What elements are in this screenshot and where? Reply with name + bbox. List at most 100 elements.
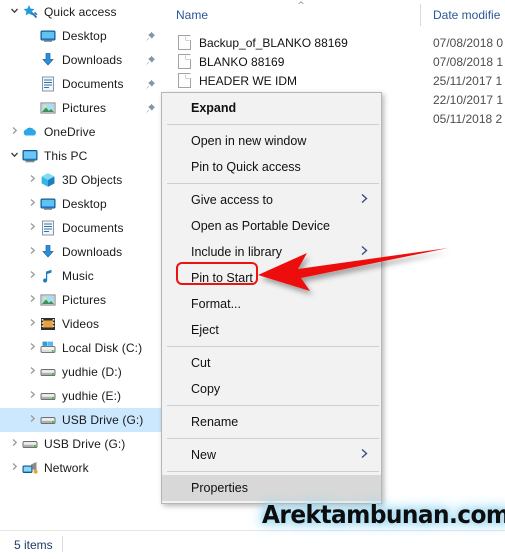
chevron-right-icon[interactable] — [24, 270, 40, 282]
chevron-right-icon[interactable] — [24, 366, 40, 378]
nav-item-local-disk-c[interactable]: Local Disk (C:) — [0, 336, 170, 360]
downloads-icon — [40, 244, 56, 260]
file-date-modified: 25/11/2017 1 — [433, 73, 503, 88]
chevron-down-icon[interactable] — [6, 6, 22, 18]
menu-item-pin-to-quick-access[interactable]: Pin to Quick access — [162, 154, 381, 180]
nav-item-onedrive[interactable]: OneDrive — [0, 120, 170, 144]
column-divider[interactable] — [420, 4, 421, 26]
menu-item-open-in-new-window[interactable]: Open in new window — [162, 128, 381, 154]
menu-item-include-in-library[interactable]: Include in library — [162, 239, 381, 265]
file-icon — [178, 54, 191, 69]
menu-item-label: Cut — [191, 356, 211, 370]
nav-item-pictures[interactable]: Pictures — [0, 96, 170, 120]
star-pin-icon — [22, 4, 38, 20]
nav-item-yudhie-d[interactable]: yudhie (D:) — [0, 360, 170, 384]
menu-item-give-access-to[interactable]: Give access to — [162, 187, 381, 213]
chevron-right-icon[interactable] — [24, 246, 40, 258]
file-explorer-window: Quick access Desktop Downloads Documents Pic… — [0, 0, 505, 559]
file-icon — [178, 73, 191, 88]
nav-item-videos[interactable]: Videos — [0, 312, 170, 336]
chevron-right-icon[interactable] — [24, 342, 40, 354]
nav-item-label: Documents — [62, 221, 124, 235]
pin-icon[interactable] — [145, 79, 156, 90]
pin-icon[interactable] — [145, 31, 156, 42]
pin-icon[interactable] — [145, 55, 156, 66]
nav-item-label: Local Disk (C:) — [62, 341, 143, 355]
menu-item-expand[interactable]: Expand — [162, 95, 381, 121]
menu-item-rename[interactable]: Rename — [162, 409, 381, 435]
chevron-down-icon[interactable] — [6, 150, 22, 162]
menu-item-label: Properties — [191, 481, 248, 495]
chevron-right-icon[interactable] — [6, 126, 22, 138]
file-row[interactable]: HEADER WE IDM 25/11/2017 1 — [170, 71, 505, 90]
nav-item-music[interactable]: Music — [0, 264, 170, 288]
menu-item-copy[interactable]: Copy — [162, 376, 381, 402]
menu-item-new[interactable]: New — [162, 442, 381, 468]
nav-item-label: OneDrive — [44, 125, 96, 139]
nav-item-3d-objects[interactable]: 3D Objects — [0, 168, 170, 192]
menu-item-properties[interactable]: Properties — [162, 475, 381, 501]
menu-item-open-as-portable-device[interactable]: Open as Portable Device — [162, 213, 381, 239]
status-divider — [62, 536, 63, 552]
menu-separator — [167, 438, 379, 439]
file-date-modified: 05/11/2018 2 — [433, 111, 503, 126]
nav-item-yudhie-e[interactable]: yudhie (E:) — [0, 384, 170, 408]
nav-item-downloads[interactable]: Downloads — [0, 240, 170, 264]
menu-separator — [167, 183, 379, 184]
pictures-icon — [40, 100, 56, 116]
chevron-right-icon[interactable] — [24, 174, 40, 186]
nav-item-pictures[interactable]: Pictures — [0, 288, 170, 312]
chevron-right-icon[interactable] — [24, 318, 40, 330]
chevron-right-icon[interactable] — [24, 198, 40, 210]
menu-item-format[interactable]: Format... — [162, 291, 381, 317]
nav-item-documents[interactable]: Documents — [0, 72, 170, 96]
nav-item-quick-access[interactable]: Quick access — [0, 0, 170, 24]
this-pc-icon — [22, 148, 38, 164]
nav-item-network[interactable]: Network — [0, 456, 170, 480]
column-header-name[interactable]: Name — [176, 8, 208, 22]
usb-drive-icon — [40, 412, 56, 428]
file-row[interactable]: Backup_of_BLANKO 88169 07/08/2018 0 — [170, 33, 505, 52]
nav-item-usb-drive-g[interactable]: USB Drive (G:) — [0, 432, 170, 456]
music-note-icon — [40, 268, 56, 284]
nav-item-desktop[interactable]: Desktop — [0, 24, 170, 48]
nav-item-downloads[interactable]: Downloads — [0, 48, 170, 72]
drive-icon — [40, 388, 56, 404]
menu-item-cut[interactable]: Cut — [162, 350, 381, 376]
file-name: HEADER WE IDM — [199, 73, 298, 88]
navigation-pane[interactable]: Quick access Desktop Downloads Documents Pic… — [0, 0, 170, 531]
nav-item-usb-drive-g[interactable]: USB Drive (G:) — [0, 408, 170, 432]
nav-item-desktop[interactable]: Desktop — [0, 192, 170, 216]
column-header-row[interactable]: ^ Name Date modifie — [170, 0, 505, 30]
chevron-right-icon[interactable] — [6, 462, 22, 474]
file-name: Backup_of_BLANKO 88169 — [199, 35, 348, 50]
nav-item-label: Desktop — [62, 29, 107, 43]
submenu-chevron-right-icon — [360, 245, 369, 259]
local-disk-icon — [40, 340, 56, 356]
chevron-right-icon[interactable] — [24, 390, 40, 402]
menu-item-pin-to-start[interactable]: Pin to Start — [162, 265, 381, 291]
menu-item-label: Format... — [191, 297, 242, 311]
nav-item-label: Pictures — [62, 101, 107, 115]
menu-item-label: Pin to Quick access — [191, 160, 301, 174]
menu-item-label: Copy — [191, 382, 221, 396]
file-date-modified: 07/08/2018 0 — [433, 35, 504, 50]
chevron-right-icon[interactable] — [24, 222, 40, 234]
menu-item-label: Give access to — [191, 193, 273, 207]
file-row[interactable]: BLANKO 88169 07/08/2018 1 — [170, 52, 505, 71]
menu-item-eject[interactable]: Eject — [162, 317, 381, 343]
drive-icon — [40, 364, 56, 380]
chevron-right-icon[interactable] — [24, 294, 40, 306]
chevron-right-icon[interactable] — [24, 414, 40, 426]
pin-icon[interactable] — [145, 103, 156, 114]
onedrive-cloud-icon — [22, 124, 38, 140]
nav-item-documents[interactable]: Documents — [0, 216, 170, 240]
nav-item-this-pc[interactable]: This PC — [0, 144, 170, 168]
nav-item-label: Quick access — [44, 5, 117, 19]
column-header-date-modified[interactable]: Date modifie — [433, 8, 500, 22]
menu-item-label: Open in new window — [191, 134, 307, 148]
nav-item-label: yudhie (D:) — [62, 365, 122, 379]
menu-separator — [167, 471, 379, 472]
context-menu[interactable]: Expand Open in new window Pin to Quick acc… — [161, 92, 382, 504]
chevron-right-icon[interactable] — [6, 438, 22, 450]
